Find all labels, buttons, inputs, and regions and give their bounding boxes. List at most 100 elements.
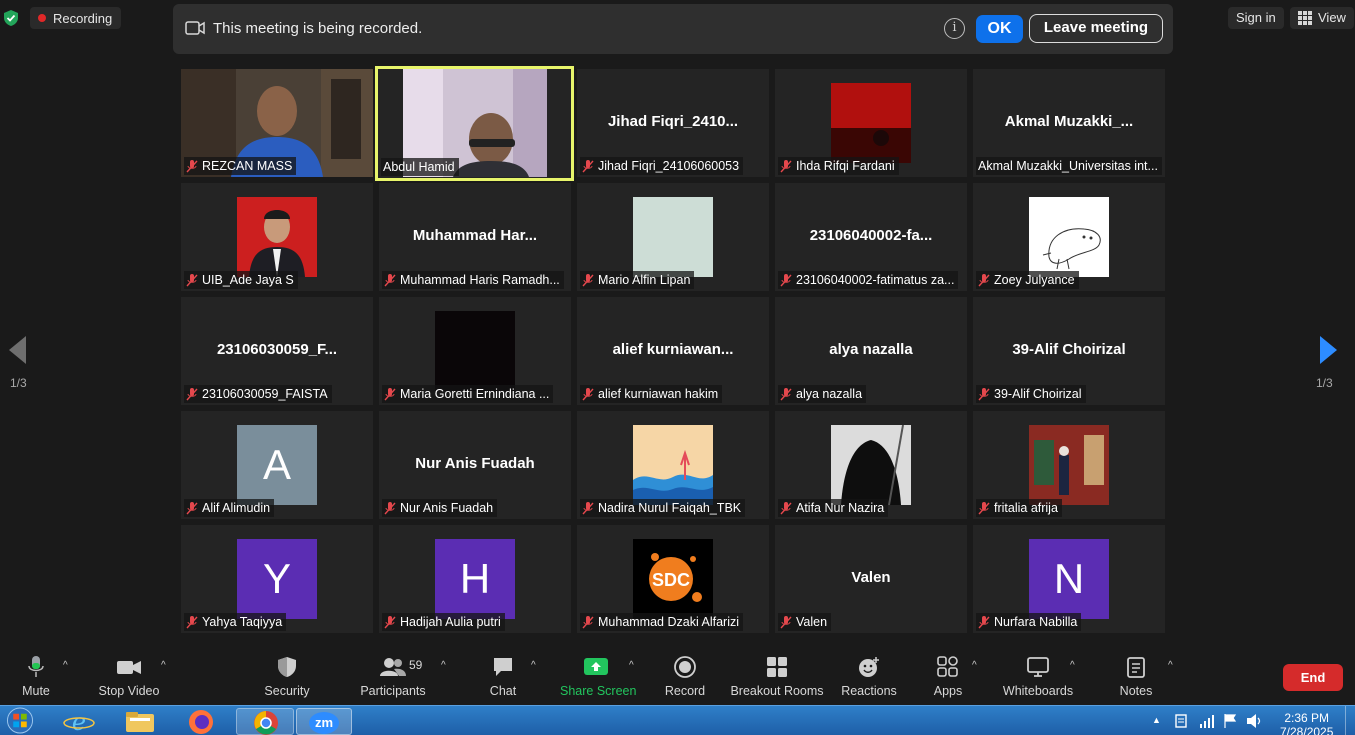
participant-caption: Nur Anis Fuadah: [382, 499, 498, 517]
participant-initial-avatar: A: [237, 425, 317, 505]
svg-text:SDC: SDC: [652, 570, 690, 590]
participant-caption: Jihad Fiqri_24106060053: [580, 157, 744, 175]
sign-in-button[interactable]: Sign in: [1228, 7, 1284, 29]
participant-tile[interactable]: UIB_Ade Jaya S: [181, 183, 373, 291]
windows-start-orb-icon[interactable]: [2, 707, 38, 734]
participant-tile[interactable]: Y Yahya Taqiyya: [181, 525, 373, 633]
participant-caption: Valen: [778, 613, 832, 631]
participant-tile-active-speaker[interactable]: Abdul Hamid: [375, 66, 574, 181]
whiteboards-button[interactable]: Whiteboards: [1002, 656, 1074, 698]
info-icon[interactable]: i: [944, 18, 965, 39]
end-meeting-button[interactable]: End: [1283, 664, 1343, 691]
video-options-caret-icon[interactable]: ^: [161, 660, 166, 671]
participant-tile[interactable]: Mario Alfin Lipan: [577, 183, 769, 291]
apps-options-caret-icon[interactable]: ^: [972, 660, 977, 671]
participant-caption: Muhammad Haris Ramadh...: [382, 271, 564, 289]
encryption-shield-icon[interactable]: [4, 10, 18, 26]
participant-tile[interactable]: H Hadijah Aulia putri: [379, 525, 571, 633]
stop-video-label: Stop Video: [98, 684, 160, 698]
volume-speaker-icon[interactable]: [1246, 713, 1264, 729]
participant-tile[interactable]: Maria Goretti Ernindiana ...: [379, 297, 571, 405]
participant-tile[interactable]: 23106030059_F... 23106030059_FAISTA: [181, 297, 373, 405]
participant-avatar: [1029, 425, 1109, 505]
security-button[interactable]: Security: [262, 656, 312, 698]
chrome-icon: [254, 711, 278, 735]
participant-display-name: Valen: [851, 569, 891, 586]
whiteboards-options-caret-icon[interactable]: ^: [1070, 660, 1075, 671]
participant-initial-avatar: Y: [237, 539, 317, 619]
device-tray-icon[interactable]: [1174, 714, 1188, 728]
participant-display-name: alya nazalla: [829, 341, 913, 358]
share-screen-button[interactable]: Share Screen: [560, 656, 636, 698]
zoom-taskbar-button[interactable]: zm: [296, 708, 352, 735]
apps-button[interactable]: Apps: [930, 656, 966, 698]
participant-tile[interactable]: 23106040002-fa... 23106040002-fatimatus …: [775, 183, 967, 291]
participant-name: 23106040002-fatimatus za...: [796, 273, 955, 287]
action-center-flag-icon[interactable]: [1223, 713, 1237, 729]
record-icon: [674, 656, 696, 678]
participant-tile[interactable]: Muhammad Har... Muhammad Haris Ramadh...: [379, 183, 571, 291]
participant-tile[interactable]: N Nurfara Nabilla: [973, 525, 1165, 633]
leave-meeting-button[interactable]: Leave meeting: [1029, 14, 1163, 43]
sdc-logo-avatar: SDC: [633, 539, 713, 619]
participant-tile[interactable]: Jihad Fiqri_2410... Jihad Fiqri_24106060…: [577, 69, 769, 177]
participant-tile[interactable]: Ihda Rifqi Fardani: [775, 69, 967, 177]
show-hidden-icons-caret-icon[interactable]: ▲: [1152, 715, 1161, 725]
next-page-arrow-icon[interactable]: [1320, 336, 1337, 364]
show-desktop-button[interactable]: [1345, 706, 1355, 735]
record-button[interactable]: Record: [662, 656, 708, 698]
windows-taskbar: e zm ▲ 2:36 PM 7/28/2025: [0, 705, 1355, 735]
participant-name: Valen: [796, 615, 828, 629]
microphone-icon: [28, 656, 44, 677]
participant-caption: 23106040002-fatimatus za...: [778, 271, 959, 289]
participant-initial-avatar: N: [1029, 539, 1109, 619]
reactions-button[interactable]: Reactions: [840, 656, 898, 698]
participant-tile[interactable]: Zoey Julyance: [973, 183, 1165, 291]
participant-tile[interactable]: Atifa Nur Nazira: [775, 411, 967, 519]
share-options-caret-icon[interactable]: ^: [629, 660, 634, 671]
previous-page-arrow-icon[interactable]: [9, 336, 26, 364]
chrome-taskbar-button[interactable]: [236, 708, 294, 735]
participants-options-caret-icon[interactable]: ^: [441, 660, 446, 671]
page-indicator-left: 1/3: [10, 376, 27, 390]
ok-button[interactable]: OK: [976, 15, 1023, 43]
participant-caption: UIB_Ade Jaya S: [184, 271, 298, 289]
participant-tile[interactable]: Nur Anis Fuadah Nur Anis Fuadah: [379, 411, 571, 519]
notes-button[interactable]: Notes: [1116, 656, 1156, 698]
participant-tile[interactable]: Valen Valen: [775, 525, 967, 633]
participant-display-name: 39-Alif Choirizal: [1012, 341, 1126, 358]
chat-bubble-icon: [494, 658, 512, 676]
audio-options-caret-icon[interactable]: ^: [63, 660, 68, 671]
participant-tile[interactable]: Nadira Nurul Faiqah_TBK: [577, 411, 769, 519]
apps-label: Apps: [933, 684, 963, 698]
participant-tile[interactable]: Akmal Muzakki_... Akmal Muzakki_Universi…: [973, 69, 1165, 177]
system-clock[interactable]: 2:36 PM 7/28/2025: [1280, 711, 1333, 735]
participant-caption: REZCAN MASS: [184, 157, 297, 175]
participant-name: Atifa Nur Nazira: [796, 501, 885, 515]
participant-tile[interactable]: 39-Alif Choirizal 39-Alif Choirizal: [973, 297, 1165, 405]
mute-button[interactable]: Mute: [16, 656, 56, 698]
participant-name: Muhammad Haris Ramadh...: [400, 273, 560, 287]
breakout-rooms-button[interactable]: Breakout Rooms: [730, 656, 824, 698]
clock-date: 7/28/2025: [1280, 725, 1334, 735]
clock-time: 2:36 PM: [1284, 711, 1330, 725]
recording-indicator[interactable]: Recording: [30, 7, 122, 29]
firefox-icon[interactable]: [182, 708, 220, 735]
participant-tile[interactable]: fritalia afrija: [973, 411, 1165, 519]
participant-tile[interactable]: A Alif Alimudin: [181, 411, 373, 519]
chat-button[interactable]: Chat: [488, 656, 518, 698]
participant-caption: alya nazalla: [778, 385, 867, 403]
participant-tile[interactable]: alief kurniawan... alief kurniawan hakim: [577, 297, 769, 405]
participant-tile[interactable]: SDC Muhammad Dzaki Alfarizi: [577, 525, 769, 633]
file-explorer-icon[interactable]: [122, 708, 158, 735]
participant-name: Nadira Nurul Faiqah_TBK: [598, 501, 742, 515]
stop-video-button[interactable]: Stop Video: [96, 656, 162, 698]
chat-options-caret-icon[interactable]: ^: [531, 660, 536, 671]
view-button[interactable]: View: [1290, 7, 1354, 29]
network-signal-icon[interactable]: [1199, 714, 1215, 728]
notes-options-caret-icon[interactable]: ^: [1168, 660, 1173, 671]
internet-explorer-icon[interactable]: e: [62, 708, 96, 735]
participant-name: alief kurniawan hakim: [598, 387, 719, 401]
participant-tile[interactable]: alya nazalla alya nazalla: [775, 297, 967, 405]
participant-tile[interactable]: REZCAN MASS: [181, 69, 373, 177]
